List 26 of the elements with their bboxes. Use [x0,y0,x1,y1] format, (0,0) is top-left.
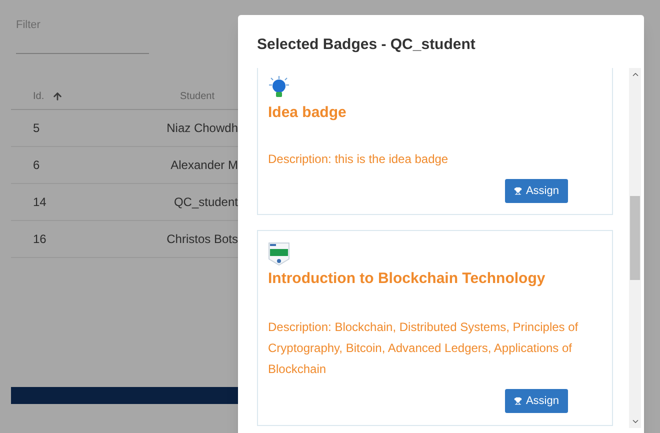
filter-label: Filter [16,18,42,33]
badge-description: Description: this is the idea badge [268,151,450,168]
column-header[interactable]: Id. [33,88,44,104]
column-header[interactable]: Student [180,90,214,102]
scroll-up-icon[interactable] [630,70,640,79]
lightbulb-icon [268,76,290,100]
table-cell-text: 14 [32,194,48,210]
badge-description: Description: Blockchain, Distributed Systems, Principles of Cryptography, Bitcoin, Advanced Ledgers, Applications of Blockchain [268,319,580,378]
table-cell-text: 6 [32,156,41,174]
table-cell-text: Niaz Chowdh [166,120,238,136]
trophy-icon [514,187,522,195]
assign-button[interactable]: Assign [504,179,568,203]
badge-icon [268,242,290,266]
scroll-down-icon[interactable] [630,417,640,426]
table-cell-text: 16 [32,230,48,248]
table-cell-text: Christos Bots [166,230,238,248]
scrollbar-thumb[interactable] [630,196,640,280]
table-cell-text: QC_student [172,194,238,210]
table-cell-text: 5 [32,120,41,136]
badge-title: Idea badge [268,103,348,123]
dialog-title: Selected Badges - QC_student [256,35,476,54]
badge-title: Introduction to Blockchain Technology [268,269,546,289]
table-cell-text: Alexander M [170,156,238,174]
assign-button[interactable]: Assign [504,389,568,413]
scrollbar[interactable] [629,68,641,428]
trophy-icon [514,397,522,405]
